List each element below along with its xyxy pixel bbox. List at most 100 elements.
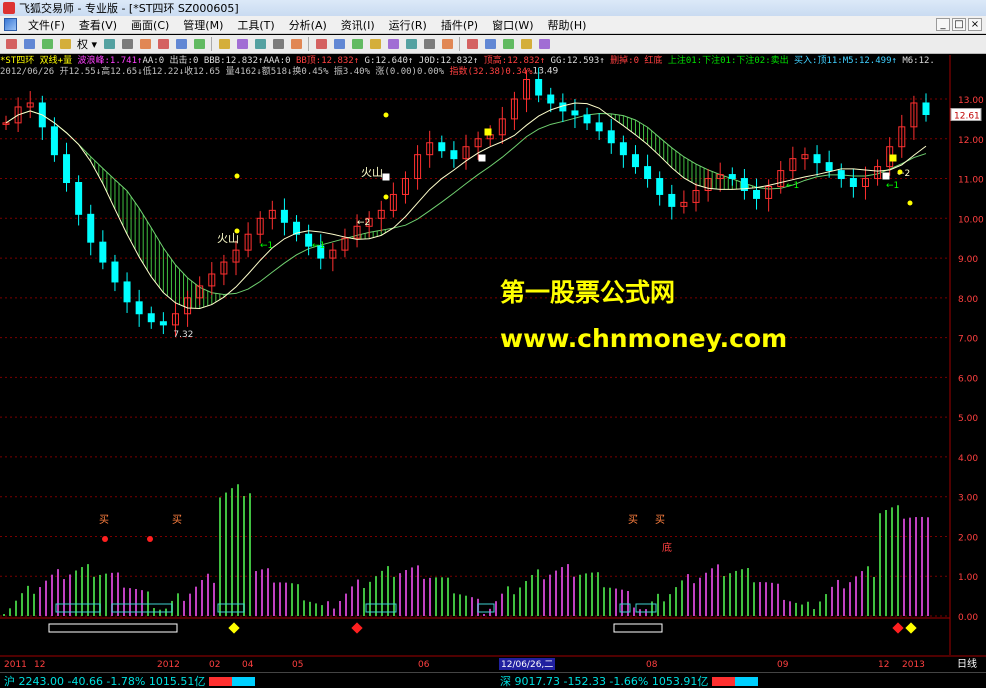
quote-info-bar: 2012/06/26 开12.55↓高12.65↓低12.22↓收12.65 量… — [0, 67, 560, 78]
chart-area[interactable]: 13.00 12.00 11.00 10.00 9.00 8.00 7.00 6.00 5.00… — [0, 55, 986, 672]
menu-run[interactable]: 运行(R) — [382, 17, 434, 33]
diamond-signal — [892, 622, 904, 634]
date-axis-label: 2012 — [157, 660, 180, 670]
hammer-icon[interactable] — [216, 37, 232, 52]
candle-body — [123, 281, 131, 303]
channel-icon[interactable] — [403, 37, 419, 52]
system-menu-icon[interactable] — [4, 18, 17, 31]
indicator-value-15: M6:12. — [896, 56, 935, 66]
indicator-value-5: AAA:0 — [263, 56, 291, 66]
menu-tools[interactable]: 工具(T) — [230, 17, 281, 33]
indicator-info-bar: *ST四环 双线+量 波浪峰:1.741↑AA:0 出击:0 BBB:12.83… — [0, 55, 986, 67]
table-icon[interactable] — [234, 37, 250, 52]
text-icon[interactable] — [464, 37, 480, 52]
minimize-button[interactable]: _ — [936, 18, 950, 31]
candle-body — [547, 94, 555, 104]
price-axis-label: 7.00 — [958, 335, 978, 345]
date-axis-label: 2013 — [902, 660, 925, 670]
date-axis-label: 12 — [878, 660, 889, 670]
grid-icon[interactable] — [21, 37, 37, 52]
toolbar-separator — [459, 37, 461, 51]
cross-icon[interactable] — [57, 37, 73, 52]
candle-body — [135, 301, 143, 315]
restore-button[interactable]: □ — [952, 18, 966, 31]
stock-chart[interactable]: 13.00 12.00 11.00 10.00 9.00 8.00 7.00 6.00 5.00… — [0, 55, 986, 672]
candle-body — [305, 233, 313, 247]
shenzhen-index: 深 9017.73 -152.33 -1.66% 1053.91亿 — [500, 673, 759, 688]
stack-icon[interactable] — [119, 37, 135, 52]
candle-body — [280, 209, 288, 223]
arrow-one-annotation: ←1 — [886, 181, 899, 191]
arrow-one-annotation: ←1 — [260, 241, 273, 251]
index-change-text: 指数(32.38)0.34% — [449, 67, 533, 77]
volcano-annotation: 火山 — [217, 232, 239, 245]
candle-body — [922, 102, 930, 116]
indicator-value-10: GG:12.593↑ — [545, 56, 605, 66]
menu-file[interactable]: 文件(F) — [21, 17, 72, 33]
signal-dot — [383, 194, 389, 200]
signal-dot — [234, 228, 240, 234]
buy-signal-dot — [102, 536, 108, 542]
cursor-icon[interactable] — [313, 37, 329, 52]
signal-square — [484, 128, 492, 136]
alarm-icon[interactable] — [191, 37, 207, 52]
price-axis-label: 3.00 — [958, 494, 978, 504]
signal-dot — [907, 200, 913, 206]
bars-icon[interactable] — [367, 37, 383, 52]
back-icon[interactable] — [3, 37, 19, 52]
menu-plugins[interactable]: 插件(P) — [434, 17, 485, 33]
date-axis-label: 12 — [34, 660, 45, 670]
low-price-label: 7.32 — [173, 330, 193, 340]
indicator-value-7: G:12.640↑ — [359, 56, 414, 66]
window-icon[interactable] — [288, 37, 304, 52]
buy-label: 买 — [655, 514, 665, 526]
signal-dot — [897, 169, 903, 175]
lock-icon[interactable] — [500, 37, 516, 52]
indicator-value-4: BBB:12.832↑ — [198, 56, 264, 66]
rights-dropdown[interactable]: 权 ▾ — [75, 36, 99, 52]
menu-analysis[interactable]: 分析(A) — [282, 17, 334, 33]
candle-body — [147, 313, 155, 323]
indicator-value-11: 删掉:0 — [604, 56, 640, 66]
menu-info[interactable]: 资讯(I) — [334, 17, 382, 33]
candle-body — [837, 170, 845, 180]
menu-manage[interactable]: 管理(M) — [176, 17, 230, 33]
bell-icon[interactable] — [173, 37, 189, 52]
save-icon[interactable] — [536, 37, 552, 52]
candle-body — [656, 178, 664, 195]
menu-view[interactable]: 查看(V) — [72, 17, 124, 33]
date-axis-label: 2011 — [4, 660, 27, 670]
candle-body — [753, 189, 761, 199]
candle-body — [99, 241, 107, 263]
toolbar-separator — [308, 37, 310, 51]
ellipse-icon[interactable] — [439, 37, 455, 52]
indicator-value-14: 买入:顶11:M5:12.499↑ — [788, 56, 897, 66]
date-axis-label: 05 — [292, 660, 303, 670]
menu-window[interactable]: 窗口(W) — [485, 17, 540, 33]
memo-icon[interactable] — [155, 37, 171, 52]
candle-body — [50, 126, 58, 156]
date-axis-label: 04 — [242, 660, 254, 670]
plus-icon[interactable] — [39, 37, 55, 52]
buy-label: 买 — [172, 514, 182, 526]
date-axis-label: 06 — [418, 660, 430, 670]
chart-icon[interactable] — [101, 37, 117, 52]
rect-icon[interactable] — [421, 37, 437, 52]
columns-icon[interactable] — [252, 37, 268, 52]
menu-screen[interactable]: 画面(C) — [124, 17, 176, 33]
menu-help[interactable]: 帮助(H) — [541, 17, 594, 33]
panel-icon[interactable] — [270, 37, 286, 52]
candle-body — [813, 154, 821, 164]
color-icon[interactable] — [518, 37, 534, 52]
arrow-one-annotation: ←1 — [312, 241, 325, 251]
diamond-signal — [905, 622, 917, 634]
line-icon[interactable] — [349, 37, 365, 52]
eraser-icon[interactable] — [482, 37, 498, 52]
fib-icon[interactable] — [385, 37, 401, 52]
close-button[interactable]: × — [968, 18, 982, 31]
toolbar-separator — [211, 37, 213, 51]
pencil-icon[interactable] — [331, 37, 347, 52]
buy-label: 买 — [99, 514, 109, 526]
book-icon[interactable] — [137, 37, 153, 52]
diamond-signal — [351, 622, 363, 634]
